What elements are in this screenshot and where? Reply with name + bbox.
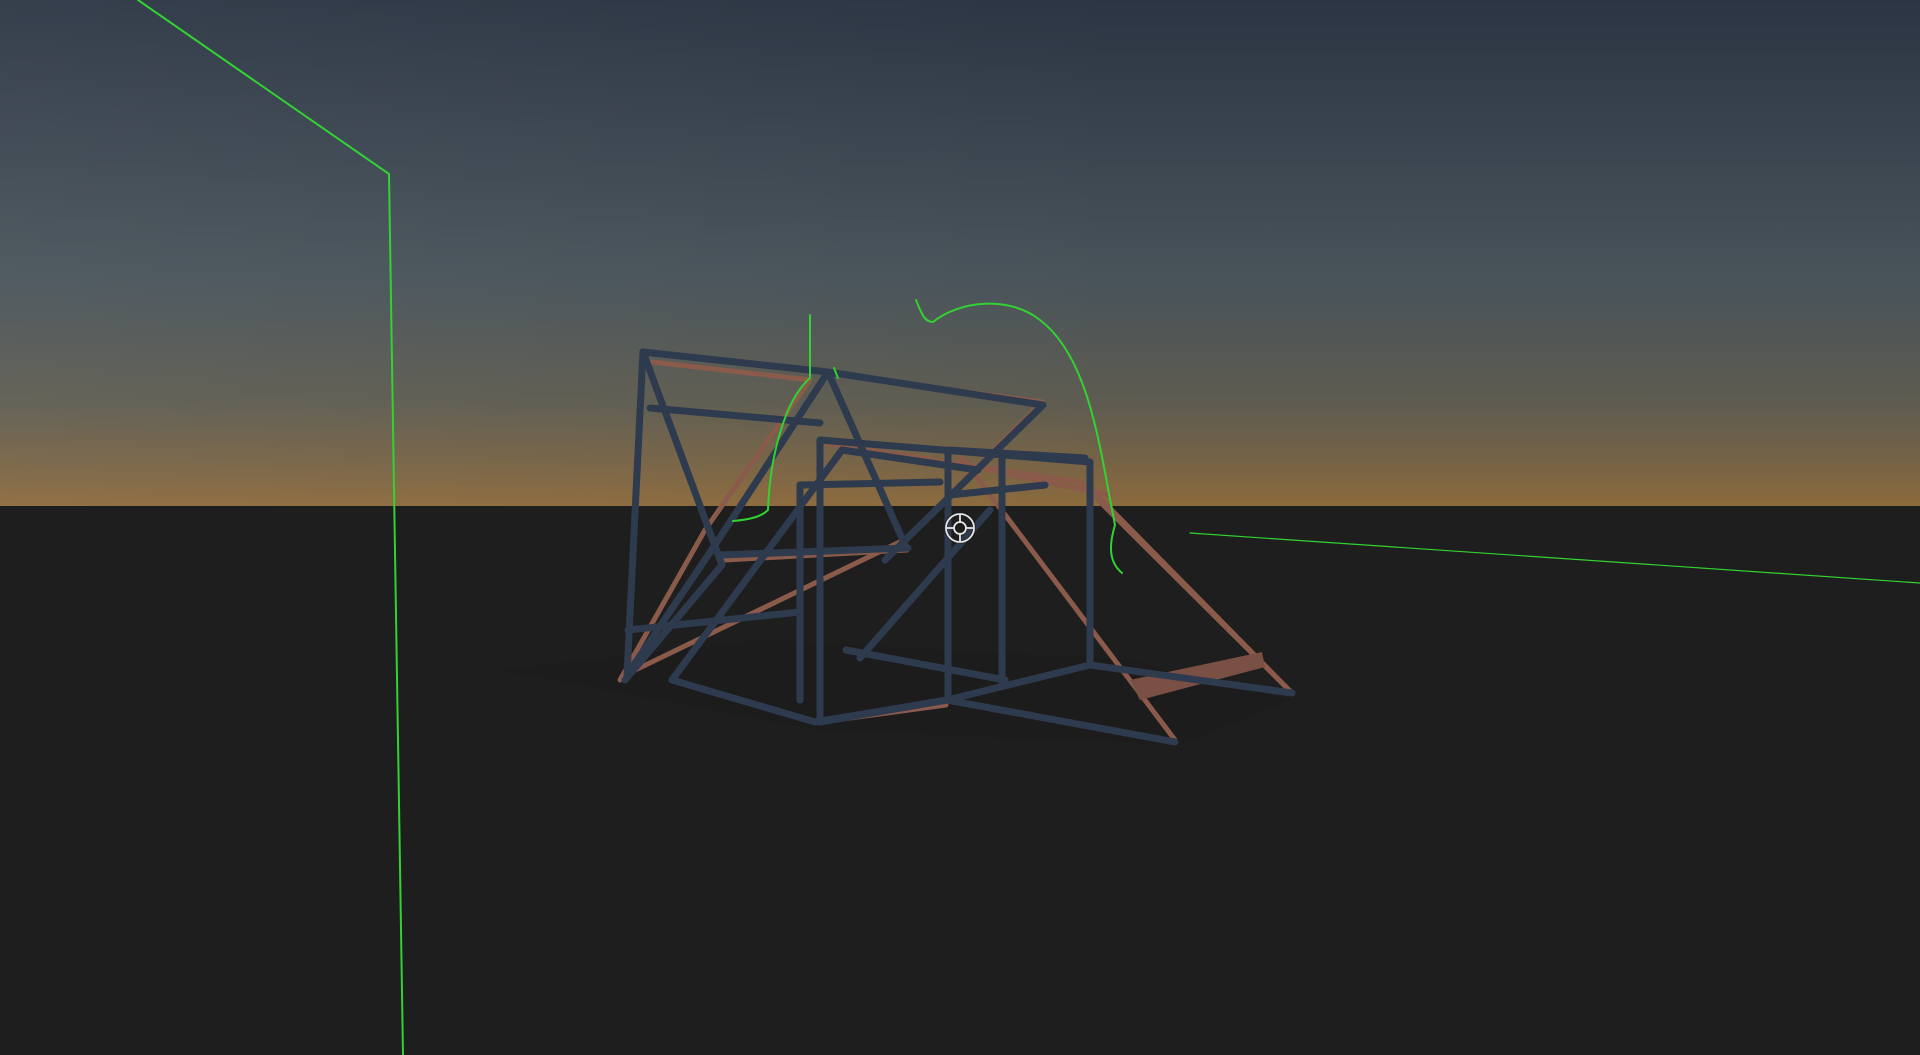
sky-light: [0, 0, 1920, 506]
crosshair-reticle-icon: [944, 512, 976, 544]
ground-plane: [0, 506, 1920, 1055]
game-viewport[interactable]: [0, 0, 1920, 1055]
